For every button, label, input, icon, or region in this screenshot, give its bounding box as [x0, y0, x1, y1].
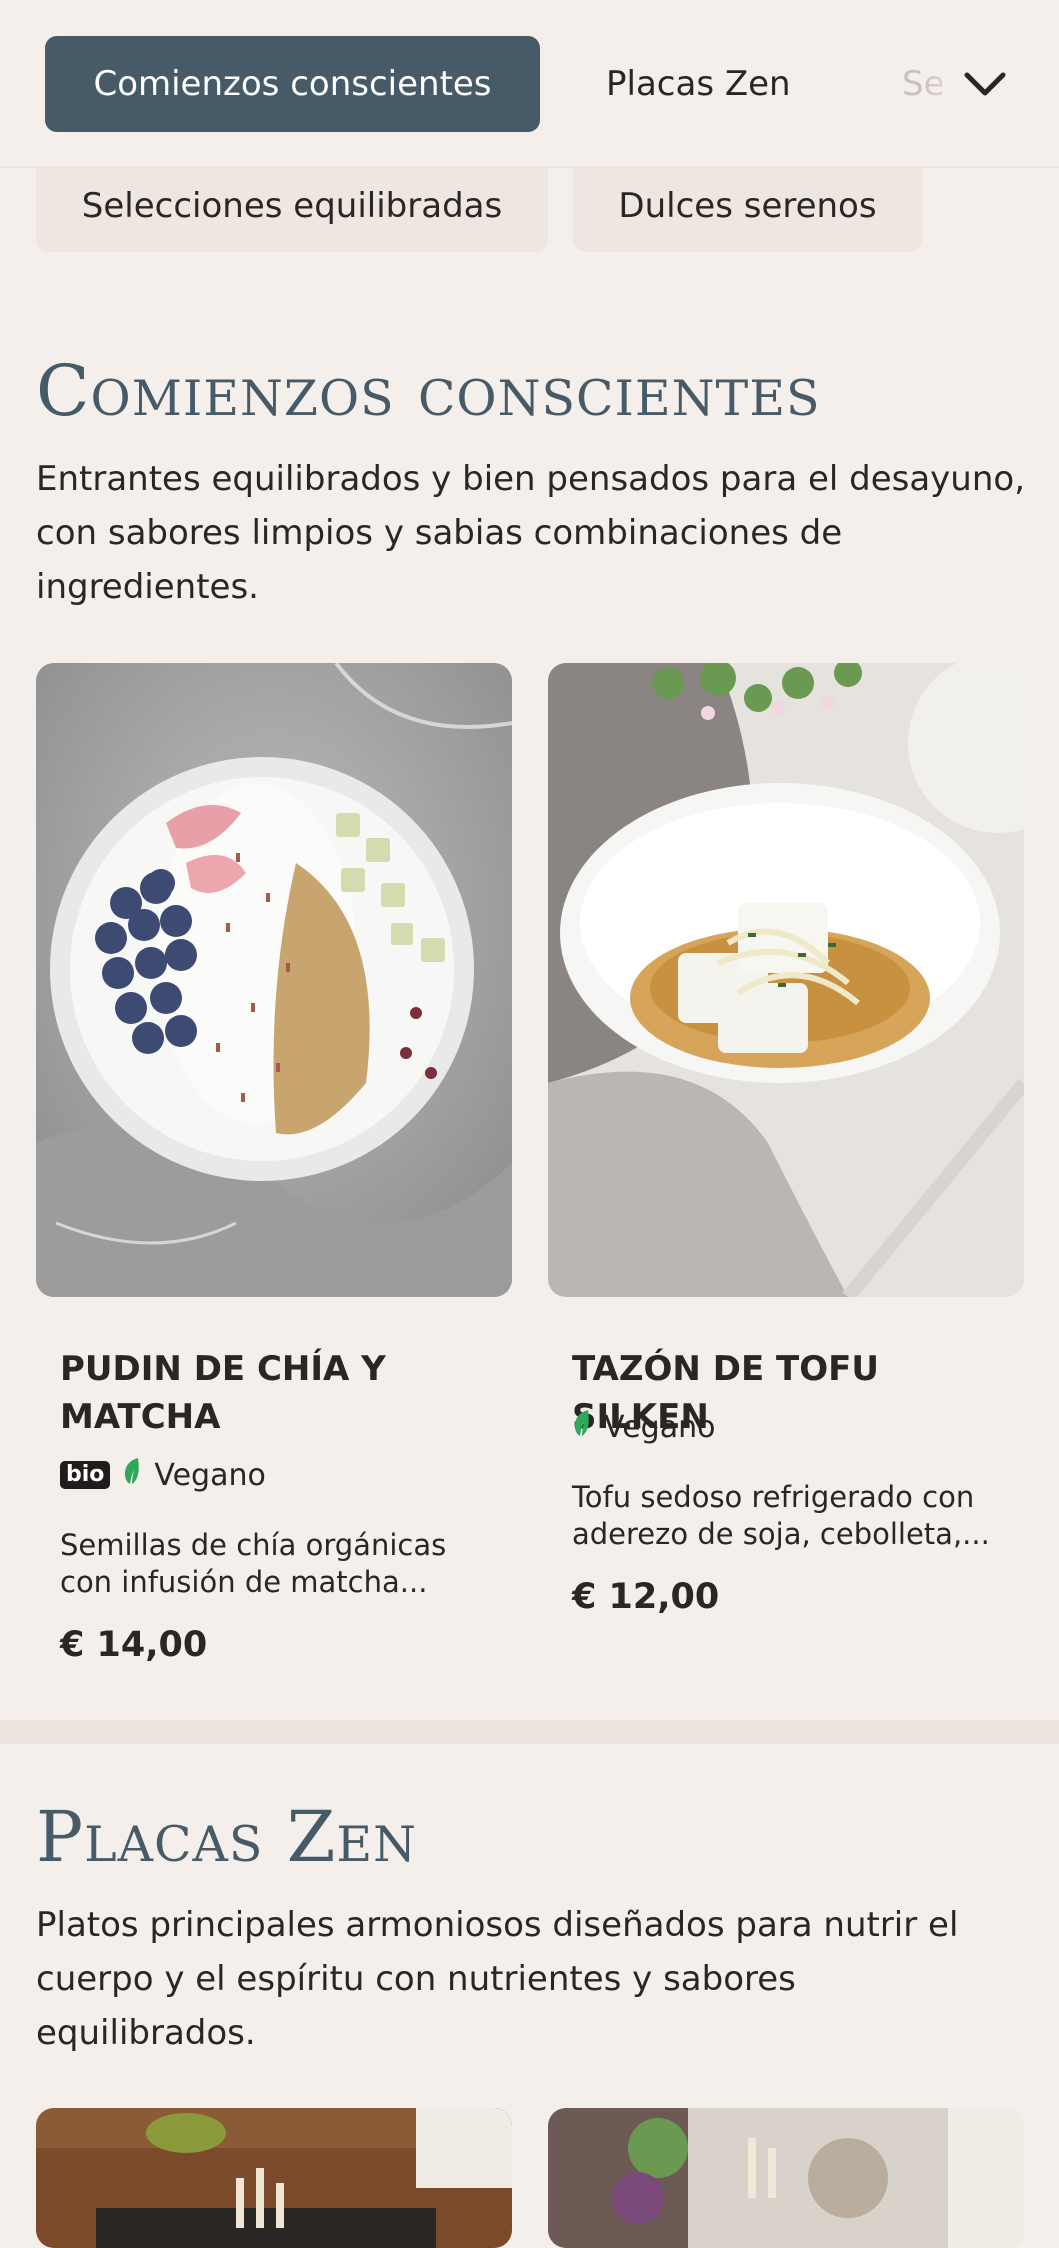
dish-image-chia[interactable]: [36, 663, 512, 1297]
section-title: Placas Zen: [36, 1796, 418, 1878]
dish-description: Semillas de chía orgánicas con infusión …: [60, 1528, 447, 1599]
dish-description: Tofu sedoso refrigerado con aderezo de s…: [572, 1480, 990, 1551]
category-chip-selecciones[interactable]: Selecciones equilibradas: [36, 160, 548, 252]
section-description: Platos principales armoniosos diseñados …: [36, 1905, 959, 2053]
dish-tags: Vegano: [572, 1407, 715, 1447]
dish-image-tofu[interactable]: [548, 663, 1024, 1297]
vegan-label: Vegano: [604, 1409, 716, 1445]
section-title: Comienzos conscientes: [36, 350, 821, 432]
leaf-icon: [572, 1408, 592, 1446]
dish-tags: bio Vegano: [60, 1455, 266, 1495]
category-tab-placas[interactable]: Placas Zen: [606, 36, 791, 132]
dish-image-next-1[interactable]: [36, 2108, 512, 2248]
dish-price: € 12,00: [572, 1577, 720, 1617]
category-chip-dulces[interactable]: Dulces serenos: [573, 160, 922, 252]
dish-image-next-2[interactable]: [548, 2108, 1024, 2248]
category-nav: Comienzos conscientes Placas Zen Se: [0, 0, 1059, 168]
dish-price: € 14,00: [60, 1625, 208, 1665]
category-tab-comienzos[interactable]: Comienzos conscientes: [45, 36, 540, 132]
leaf-icon: [122, 1456, 142, 1494]
section-description: Entrantes equilibrados y bien pensados p…: [36, 459, 1026, 607]
section-divider: [0, 1720, 1059, 1744]
chevron-down-icon[interactable]: [960, 60, 1010, 110]
dish-name[interactable]: PUDIN DE CHÍA Y MATCHA: [60, 1345, 480, 1441]
vegan-label: Vegano: [154, 1457, 266, 1493]
bio-badge: bio: [60, 1461, 111, 1489]
